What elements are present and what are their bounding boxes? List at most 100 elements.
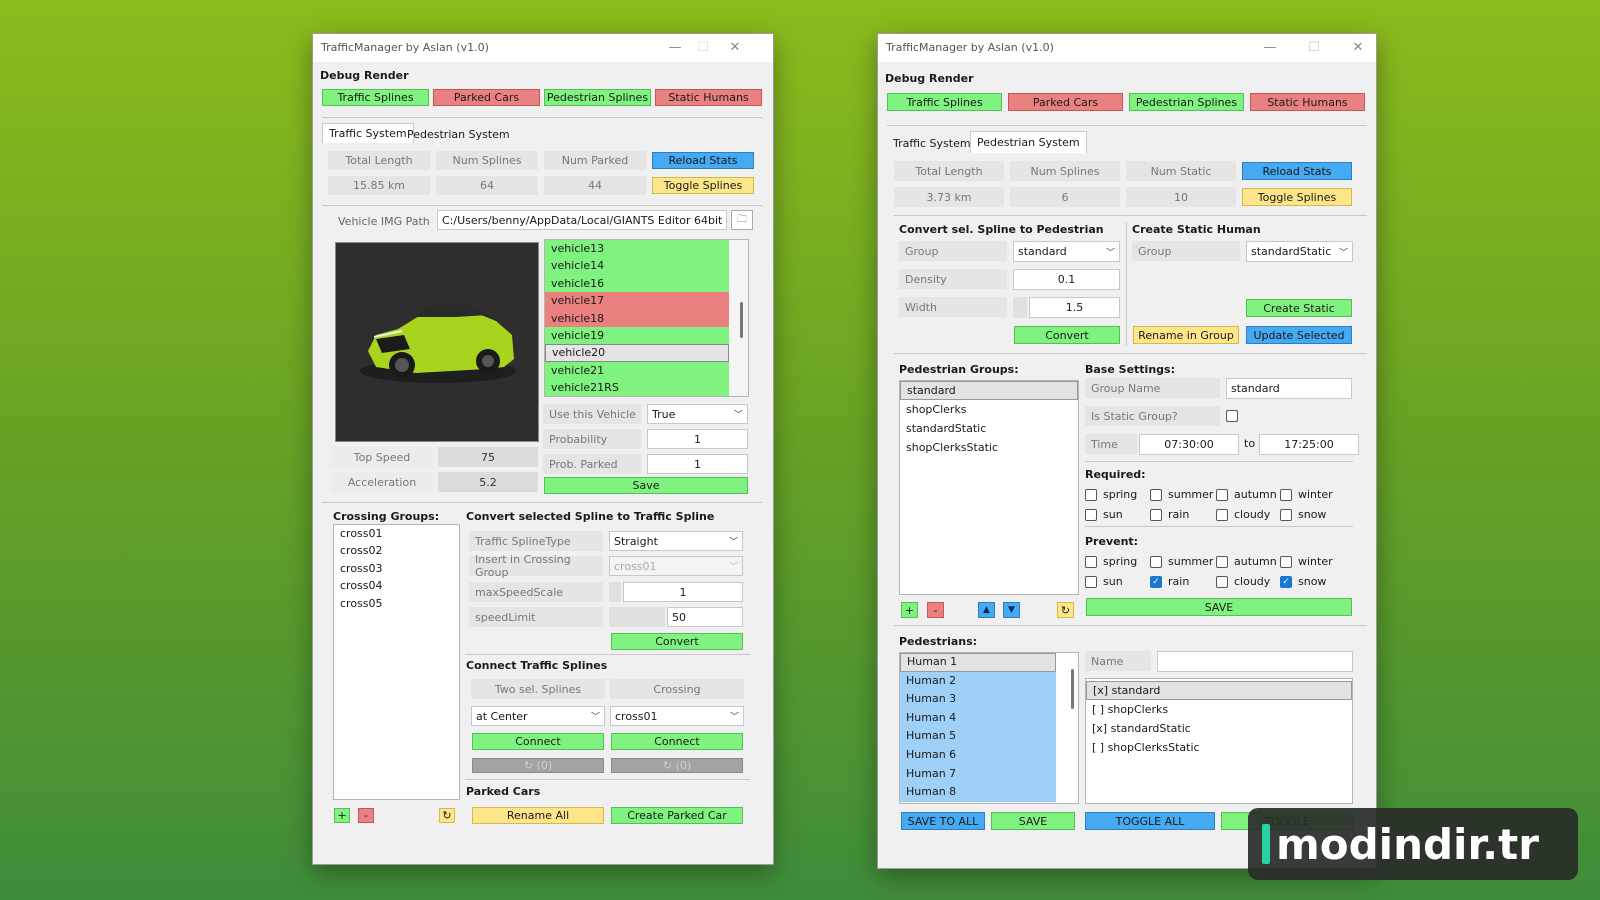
prevent-autumn-checkbox[interactable]: autumn [1216, 555, 1277, 568]
speed-limit-slider[interactable] [609, 607, 665, 627]
required-spring-checkbox[interactable]: spring [1085, 488, 1137, 501]
prevent-summer-checkbox[interactable]: summer [1150, 555, 1213, 568]
vehicle-list-item[interactable]: vehicle20 [545, 344, 729, 362]
save-vehicle-button[interactable]: Save [544, 477, 748, 494]
pedestrian-item[interactable]: Human 5 [900, 727, 1056, 746]
prevent-rain-checkbox[interactable]: ✓ rain [1150, 575, 1189, 588]
static-humans-toggle[interactable]: Static Humans [655, 89, 762, 106]
probability-field[interactable]: 1 [647, 429, 748, 449]
static-humans-toggle[interactable]: Static Humans [1250, 93, 1365, 111]
convert-spline-button[interactable]: Convert [611, 633, 743, 650]
remove-crossing-group-button[interactable]: - [358, 808, 374, 823]
required-sun-checkbox[interactable]: sun [1085, 508, 1123, 521]
required-cloudy-checkbox[interactable]: cloudy [1216, 508, 1270, 521]
rename-all-button[interactable]: Rename All [472, 807, 604, 824]
toggle-splines-button[interactable]: Toggle Splines [652, 177, 754, 194]
static-group-select[interactable]: standardStatic ﹀ [1246, 241, 1353, 262]
vehicle-list[interactable]: vehicle13 vehicle14 vehicle16 vehicle17 vehi… [544, 239, 749, 397]
remove-group-button[interactable]: - [927, 602, 944, 618]
pedestrian-group-item[interactable]: standardStatic [900, 419, 1078, 438]
vehicle-list-item[interactable]: vehicle19 [545, 326, 729, 345]
vehicle-list-item[interactable]: vehicle21RS [545, 379, 729, 396]
toggle-splines-button[interactable]: Toggle Splines [1242, 188, 1352, 206]
crossing-group-item[interactable]: cross04 [334, 577, 459, 594]
max-speed-scale-slider[interactable] [609, 582, 621, 602]
undo-connect-button[interactable]: ↻ (0) [472, 758, 604, 773]
group-membership-list[interactable]: [x] standard[ ] shopClerks [x] standardSt… [1085, 678, 1353, 804]
tab-traffic-system[interactable]: Traffic System [887, 133, 977, 153]
pedestrian-item[interactable]: Human 7 [900, 764, 1056, 784]
crossing-group-item[interactable]: cross03 [334, 560, 459, 577]
name-field[interactable] [1157, 651, 1353, 672]
rename-in-group-button[interactable]: Rename in Group [1133, 326, 1239, 344]
prevent-sun-checkbox[interactable]: sun [1085, 575, 1123, 588]
maximize-icon[interactable]: ☐ [1300, 34, 1328, 62]
pedestrian-item[interactable]: Human 3 [900, 690, 1056, 709]
speed-limit-field[interactable]: 50 [667, 607, 743, 627]
pedestrian-item[interactable]: Human 2 [900, 671, 1056, 691]
vehicle-list-scrollbar[interactable] [740, 302, 743, 338]
title-bar[interactable]: TrafficManager by Aslan (v1.0) — ☐ ✕ [313, 34, 773, 62]
crossing-groups-list[interactable]: cross01 cross02 cross03 cross04 cross05 [333, 524, 460, 800]
group-name-field[interactable]: standard [1226, 378, 1352, 399]
connect-two-splines-button[interactable]: Connect [472, 733, 604, 750]
toggle-all-button[interactable]: TOGGLE ALL [1085, 812, 1215, 830]
maximize-icon[interactable]: ☐ [689, 34, 717, 62]
prob-parked-field[interactable]: 1 [647, 454, 748, 474]
pedestrian-item[interactable]: Human 4 [900, 708, 1056, 728]
parked-cars-toggle[interactable]: Parked Cars [433, 89, 540, 106]
pedestrians-list-scrollbar[interactable] [1071, 669, 1074, 709]
parked-cars-toggle[interactable]: Parked Cars [1008, 93, 1123, 111]
group-membership-item[interactable]: [x] standardStatic [1086, 719, 1352, 738]
prevent-snow-checkbox[interactable]: ✓ snow [1280, 575, 1326, 588]
required-summer-checkbox[interactable]: summer [1150, 488, 1213, 501]
group-membership-item[interactable]: [x] standard [1086, 681, 1352, 700]
traffic-splines-toggle[interactable]: Traffic Splines [887, 93, 1002, 111]
pedestrian-item[interactable]: Human 1 [900, 653, 1056, 672]
update-selected-button[interactable]: Update Selected [1246, 326, 1352, 344]
time-from-field[interactable]: 07:30:00 [1139, 434, 1239, 455]
traffic-splines-toggle[interactable]: Traffic Splines [322, 89, 429, 106]
vehicle-list-item[interactable]: vehicle14 [545, 257, 729, 275]
prevent-spring-checkbox[interactable]: spring [1085, 555, 1137, 568]
is-static-group-checkbox[interactable] [1226, 410, 1244, 422]
refresh-groups-button[interactable]: ↻ [1057, 602, 1074, 618]
undo-crossing-button[interactable]: ↻ (0) [611, 758, 743, 773]
vehicle-img-path-field[interactable]: C:/Users/benny/AppData/Local/GIANTS Edit… [437, 210, 727, 230]
add-crossing-group-button[interactable]: + [334, 808, 350, 823]
connect-position-select[interactable]: at Center ﹀ [471, 706, 605, 726]
reload-stats-button[interactable]: Reload Stats [652, 152, 754, 169]
folder-browse-button[interactable]: 🗀 [731, 210, 753, 230]
create-parked-car-button[interactable]: Create Parked Car [611, 807, 743, 824]
crossing-group-item[interactable]: cross02 [334, 542, 459, 559]
close-icon[interactable]: ✕ [721, 34, 749, 62]
prevent-cloudy-checkbox[interactable]: cloudy [1216, 575, 1270, 588]
tab-pedestrian-system[interactable]: Pedestrian System [970, 131, 1087, 153]
save-to-all-button[interactable]: SAVE TO ALL [901, 812, 985, 830]
pedestrian-splines-toggle[interactable]: Pedestrian Splines [544, 89, 651, 106]
use-vehicle-select[interactable]: True ﹀ [647, 404, 748, 424]
width-slider[interactable] [1013, 297, 1027, 318]
max-speed-scale-field[interactable]: 1 [623, 582, 743, 602]
pedestrian-item[interactable]: Human 8 [900, 783, 1056, 802]
required-autumn-checkbox[interactable]: autumn [1216, 488, 1277, 501]
crossing-group-item[interactable]: cross05 [334, 595, 459, 612]
time-to-field[interactable]: 17:25:00 [1259, 434, 1359, 455]
density-field[interactable]: 0.1 [1013, 269, 1120, 290]
convert-pedestrian-button[interactable]: Convert [1014, 326, 1120, 344]
pedestrian-item[interactable]: Human 6 [900, 745, 1056, 765]
save-group-button[interactable]: SAVE [1086, 598, 1352, 616]
pedestrian-group-item[interactable]: shopClerksStatic [900, 438, 1078, 457]
refresh-crossing-groups-button[interactable]: ↻ [439, 808, 455, 823]
minimize-icon[interactable]: — [1256, 34, 1284, 62]
tab-traffic-system[interactable]: Traffic System [322, 123, 414, 143]
tab-pedestrian-system[interactable]: Pedestrian System [401, 124, 516, 144]
insert-group-select[interactable]: cross01 ﹀ [609, 556, 743, 576]
save-pedestrian-button[interactable]: SAVE [991, 812, 1075, 830]
vehicle-list-item[interactable]: vehicle21 [545, 361, 729, 380]
vehicle-list-item[interactable]: vehicle17 [545, 292, 729, 310]
minimize-icon[interactable]: — [661, 34, 689, 62]
move-up-button[interactable]: ▲ [978, 602, 995, 618]
prevent-winter-checkbox[interactable]: winter [1280, 555, 1333, 568]
title-bar[interactable]: TrafficManager by Aslan (v1.0) — ☐ ✕ [878, 34, 1376, 62]
